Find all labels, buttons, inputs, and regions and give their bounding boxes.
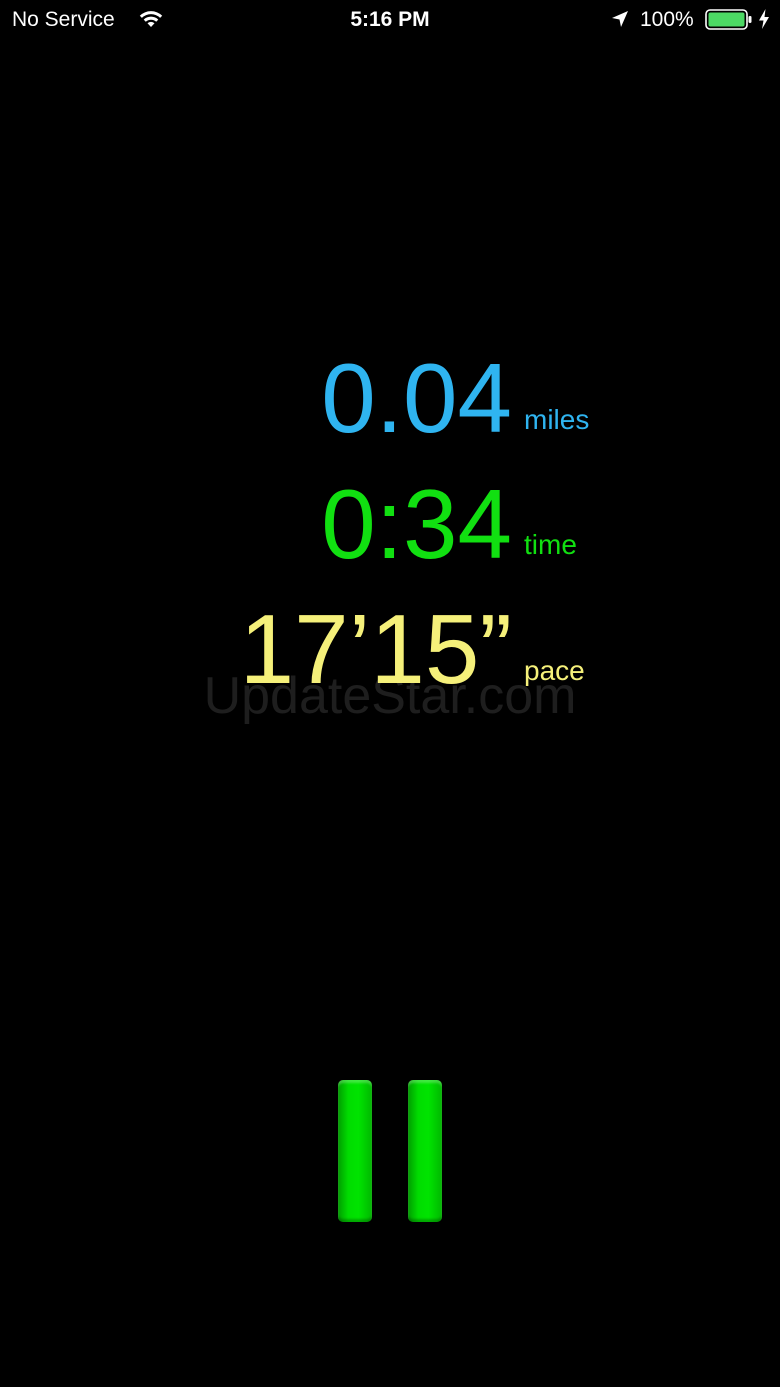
- pause-bar-right: [408, 1080, 442, 1222]
- pace-unit-label: pace: [524, 655, 585, 686]
- distance-unit-label: miles: [524, 404, 590, 435]
- pause-button[interactable]: [335, 1078, 445, 1226]
- elapsed-time-value: 0:34: [321, 469, 512, 579]
- status-bar: No Service 5:16 PM 100%: [0, 0, 780, 40]
- charging-bolt-icon: [759, 9, 769, 29]
- battery-icon: [705, 9, 752, 30]
- pause-bar-left: [338, 1080, 372, 1222]
- distance-value: 0.04: [321, 343, 512, 453]
- location-arrow-icon: [612, 11, 628, 27]
- pace-value: 17’15”: [239, 594, 512, 704]
- time-unit-label: time: [524, 529, 577, 560]
- battery-percentage: 100%: [640, 8, 694, 31]
